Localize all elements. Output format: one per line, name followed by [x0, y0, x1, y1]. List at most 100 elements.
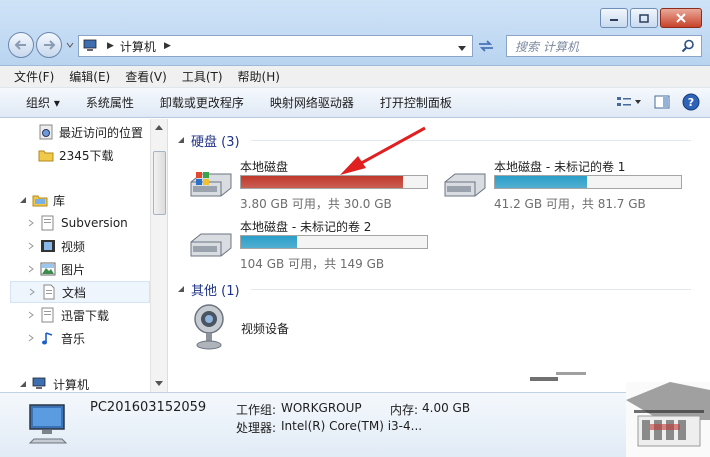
menu-tools[interactable]: 工具(T) — [182, 68, 223, 85]
memory-label: 内存: — [390, 403, 419, 417]
workgroup-label: 工作组: — [236, 403, 277, 417]
map-network-drive-button[interactable]: 映射网络驱动器 — [270, 94, 354, 111]
system-properties-button[interactable]: 系统属性 — [86, 94, 134, 111]
forward-button[interactable] — [36, 32, 62, 58]
cpu-label: 处理器: — [236, 421, 277, 435]
picture-icon — [40, 261, 56, 277]
expand-arrow-icon[interactable] — [27, 287, 37, 297]
xunlei-folder-icon — [40, 307, 56, 323]
expand-arrow-icon[interactable] — [26, 333, 36, 343]
folder-icon — [38, 147, 54, 163]
recent-places-icon — [38, 124, 54, 140]
chevron-down-icon — [458, 46, 466, 51]
breadcrumb-computer[interactable]: 计算机 — [120, 38, 156, 55]
sidebar-item-recent-places[interactable]: 最近访问的位置 — [38, 121, 143, 143]
recent-pages-dropdown[interactable] — [64, 39, 76, 51]
address-bar[interactable]: ▶ 计算机 ▶ — [78, 35, 473, 57]
sidebar-item-label: 计算机 — [53, 377, 90, 392]
expand-arrow-icon[interactable] — [26, 310, 36, 320]
expand-arrow-icon[interactable] — [26, 241, 36, 251]
drive-free-space: 41.2 GB 可用，共 81.7 GB — [494, 197, 646, 211]
scroll-thumb[interactable] — [153, 151, 166, 215]
sidebar-item-label: 库 — [53, 193, 66, 208]
cpu-value: Intel(R) Core(TM) i3-4... — [281, 419, 423, 433]
help-button[interactable]: ? — [682, 93, 700, 114]
sidebar-item-computer[interactable]: 计算机 — [18, 373, 89, 392]
sidebar-item-music[interactable]: 音乐 — [26, 327, 85, 349]
minimize-button[interactable] — [600, 8, 628, 28]
scroll-up-button[interactable] — [151, 119, 167, 135]
drive-free-space: 3.80 GB 可用，共 30.0 GB — [240, 197, 392, 211]
help-icon: ? — [682, 93, 700, 111]
breadcrumb-separator[interactable]: ▶ — [164, 41, 171, 51]
maximize-button[interactable] — [630, 8, 658, 28]
sidebar-item-pictures[interactable]: 图片 — [26, 258, 85, 280]
search-icon[interactable] — [681, 39, 695, 56]
group-divider — [251, 140, 691, 141]
title-bar: ▶ 计算机 ▶ 搜索 计算机 — [0, 0, 710, 66]
drive-free-space: 104 GB 可用，共 149 GB — [240, 257, 385, 271]
sidebar-item-label: 视频 — [61, 239, 86, 254]
arrow-right-icon — [44, 40, 56, 50]
hard-drive-icon — [441, 170, 489, 205]
memory-value: 4.00 GB — [422, 401, 471, 415]
expand-arrow-icon[interactable] — [18, 379, 28, 389]
menu-edit[interactable]: 编辑(E) — [69, 68, 110, 85]
search-input[interactable]: 搜索 计算机 — [506, 35, 702, 57]
webcam-device[interactable]: 视频设备 — [191, 303, 391, 359]
menu-help[interactable]: 帮助(H) — [238, 68, 280, 85]
workgroup-value: WORKGROUP — [281, 401, 362, 415]
sidebar-item-label: Subversion — [61, 216, 128, 230]
computer-icon — [32, 376, 48, 392]
sidebar-item-2345-downloads[interactable]: 2345下载 — [38, 144, 114, 166]
uninstall-program-button[interactable]: 卸载或更改程序 — [160, 94, 244, 111]
menu-view[interactable]: 查看(V) — [125, 68, 167, 85]
group-header-other[interactable]: 其他 (1) — [177, 280, 691, 299]
device-name: 视频设备 — [241, 322, 290, 336]
collapse-arrow-icon[interactable] — [177, 133, 185, 148]
sidebar-item-subversion[interactable]: Subversion — [26, 212, 128, 234]
search-placeholder: 搜索 计算机 — [515, 39, 579, 54]
drive-c[interactable]: 本地磁盘 3.80 GB 可用，共 30.0 GB — [187, 158, 437, 214]
pc-name: PC201603152059 — [90, 400, 207, 415]
expand-arrow-icon[interactable] — [26, 264, 36, 274]
scroll-down-button[interactable] — [151, 375, 167, 391]
drive-volume-1[interactable]: 本地磁盘 - 未标记的卷 1 41.2 GB 可用，共 81.7 GB — [441, 158, 691, 214]
preview-pane-icon — [654, 95, 670, 109]
chevron-down-icon — [155, 380, 163, 386]
refresh-button[interactable] — [474, 35, 498, 57]
sidebar-item-xunlei-downloads[interactable]: 迅雷下载 — [26, 304, 109, 326]
preview-pane-button[interactable] — [654, 95, 670, 112]
sidebar-item-label: 图片 — [61, 262, 86, 277]
toolbar-right-icons: ? — [616, 93, 700, 114]
view-list-icon — [617, 97, 641, 106]
collapse-arrow-icon[interactable] — [177, 282, 185, 297]
close-button[interactable] — [660, 8, 702, 28]
back-button[interactable] — [8, 32, 34, 58]
drive-usage-fill — [495, 176, 588, 188]
drive-name: 本地磁盘 — [240, 160, 289, 174]
expand-arrow-icon[interactable] — [26, 218, 36, 228]
sidebar-item-videos[interactable]: 视频 — [26, 235, 85, 257]
menu-bar: 文件(F) 编辑(E) 查看(V) 工具(T) 帮助(H) — [0, 66, 710, 88]
system-drive-icon — [187, 170, 235, 205]
window-controls — [600, 8, 702, 28]
drive-volume-2[interactable]: 本地磁盘 - 未标记的卷 2 104 GB 可用，共 149 GB — [187, 218, 437, 274]
sidebar-item-documents[interactable]: 文档 — [10, 281, 150, 303]
library-icon — [32, 192, 48, 208]
drive-name: 本地磁盘 - 未标记的卷 2 — [240, 220, 372, 234]
open-control-panel-button[interactable]: 打开控制面板 — [380, 94, 452, 111]
sidebar-item-label: 迅雷下载 — [61, 308, 110, 323]
drive-usage-bar — [240, 175, 428, 189]
expand-arrow-icon[interactable] — [18, 195, 28, 205]
sidebar-item-libraries[interactable]: 库 — [18, 189, 65, 211]
pc-icon — [26, 403, 74, 448]
group-header-hard-disks[interactable]: 硬盘 (3) — [177, 131, 691, 150]
organize-button[interactable]: 组织 ▾ — [26, 94, 60, 111]
refresh-icon — [479, 40, 493, 52]
breadcrumb-separator[interactable]: ▶ — [107, 41, 114, 51]
menu-file[interactable]: 文件(F) — [14, 68, 54, 85]
view-options-button[interactable] — [616, 95, 642, 112]
sidebar-scrollbar[interactable] — [150, 119, 167, 392]
address-dropdown-button[interactable] — [458, 41, 466, 55]
